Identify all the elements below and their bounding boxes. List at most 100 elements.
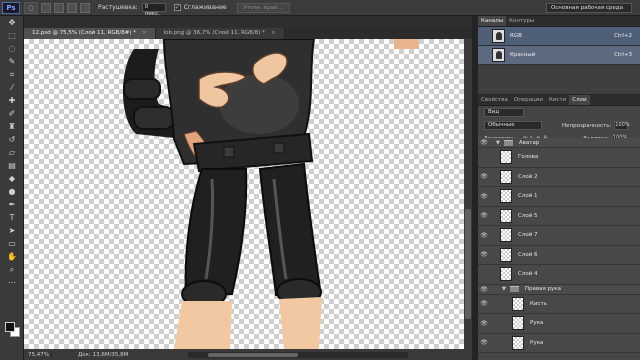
layer-row[interactable]: 👁 Слой 6 xyxy=(478,245,640,265)
eye-icon[interactable]: 👁 xyxy=(478,251,490,258)
layer-row[interactable]: 👁 Рука xyxy=(478,314,640,334)
healing-icon[interactable]: ✚ xyxy=(5,95,19,107)
layer-name: Слой 5 xyxy=(518,212,538,219)
layer-name: Слой 6 xyxy=(518,251,538,258)
more-tools-icon[interactable]: ⋯ xyxy=(5,277,19,289)
feather-input[interactable]: 0 пикс. xyxy=(141,3,166,17)
layer-name: Рука xyxy=(530,339,544,346)
hand-icon[interactable]: ✋ xyxy=(5,251,19,263)
channel-thumbnail xyxy=(492,48,505,62)
marquee-icon[interactable]: ⬚ xyxy=(5,30,19,42)
layer-row[interactable]: 👁 Рука xyxy=(478,333,640,353)
quick-select-icon[interactable]: ✎ xyxy=(5,56,19,68)
antialias-label: Сглаживание xyxy=(183,4,227,11)
zoom-level[interactable]: 75,47% xyxy=(24,351,52,358)
history-brush-icon[interactable]: ↺ xyxy=(5,134,19,146)
blur-icon[interactable]: ◆ xyxy=(5,173,19,185)
intersect-selection-icon[interactable] xyxy=(80,2,90,13)
opacity-input[interactable]: 100% xyxy=(614,121,630,130)
tab-channels[interactable]: Каналы xyxy=(478,16,507,26)
layers-list: 👁 ▼ Аватар Голова 👁 Слой 2 👁 Слой 1 👁 Слой … xyxy=(478,138,640,360)
eye-icon[interactable]: 👁 xyxy=(478,300,490,307)
eye-icon[interactable]: 👁 xyxy=(478,232,490,239)
stamp-icon[interactable]: ♜ xyxy=(5,121,19,133)
layer-row[interactable]: 👁 Кисть xyxy=(478,294,640,314)
photoshop-window: Ps ◌ Растушевка: 0 пикс. ✓ Сглаживание У… xyxy=(0,0,640,360)
layers-filter-row: Вид xyxy=(478,106,640,119)
layer-row[interactable]: 👁 Слой 1 xyxy=(478,187,640,207)
layers-tabs: Свойства Операции Кисти Слои xyxy=(478,95,640,106)
chevron-down-icon[interactable]: ▼ xyxy=(496,140,500,146)
horizontal-scrollbar[interactable] xyxy=(188,351,409,358)
layer-row[interactable]: 👁 Слой 5 xyxy=(478,206,640,226)
eye-icon[interactable]: 👁 xyxy=(478,320,490,327)
lasso-tool-preset[interactable]: ◌ xyxy=(24,1,38,14)
tab-paths[interactable]: Контуры xyxy=(506,16,537,26)
eraser-icon[interactable]: ▱ xyxy=(5,147,19,159)
tab-properties[interactable]: Свойства xyxy=(478,95,511,105)
channel-name: Красный xyxy=(510,52,536,58)
tab-brushes[interactable]: Кисти xyxy=(546,95,569,105)
scroll-thumb[interactable] xyxy=(208,352,299,357)
layer-thumbnail xyxy=(512,296,524,311)
pen-icon[interactable]: ✒ xyxy=(5,199,19,211)
tab-layers[interactable]: Слои xyxy=(569,95,590,105)
eye-icon[interactable]: 👁 xyxy=(478,339,490,346)
kind-filter-select[interactable]: Вид xyxy=(484,108,524,117)
channel-row-rgb[interactable]: RGB Ctrl+2 xyxy=(478,27,640,46)
add-selection-icon[interactable] xyxy=(54,2,64,13)
layer-row[interactable]: 👁 Слой 2 xyxy=(478,167,640,187)
tab-label: lob.png @ 36,7% (Слой 11, RGB/8) * xyxy=(163,30,265,36)
close-icon[interactable]: × xyxy=(271,30,276,36)
eye-icon[interactable]: 👁 xyxy=(478,193,490,200)
tools-panel: ✥ ⬚ ◌ ✎ ⌗ ⁄ ✚ ✐ ♜ ↺ ▱ ▤ ◆ ● ✒ T ➤ ▭ ✋ ⌕ … xyxy=(0,16,24,360)
folder-icon xyxy=(503,139,513,146)
eye-icon[interactable]: 👁 xyxy=(478,212,490,219)
layer-row[interactable]: 👁 Слой 7 xyxy=(478,226,640,246)
gradient-icon[interactable]: ▤ xyxy=(5,160,19,172)
layer-name: Слой 4 xyxy=(518,271,538,278)
blend-mode-select[interactable]: Обычные xyxy=(484,121,542,130)
subtract-selection-icon[interactable] xyxy=(67,2,77,13)
dodge-icon[interactable]: ● xyxy=(5,186,19,198)
feather-label: Растушевка: xyxy=(98,4,138,11)
workspace-select[interactable]: Основная рабочая среда xyxy=(546,3,632,13)
refine-edge-button[interactable]: Уточн. край... xyxy=(236,2,290,13)
channels-tabs: Каналы Контуры xyxy=(478,16,640,27)
layer-name: Слой 7 xyxy=(518,232,538,239)
layer-thumbnail xyxy=(500,228,512,243)
tab-document-12[interactable]: 12.psd @ 75,5% (Слой 11, RGB/8#) * × xyxy=(24,28,156,39)
zoom-icon[interactable]: ⌕ xyxy=(5,264,19,276)
channel-row-red[interactable]: Красный Ctrl+3 xyxy=(478,46,640,65)
path-select-icon[interactable]: ➤ xyxy=(5,225,19,237)
foreground-color-swatch[interactable] xyxy=(5,322,15,332)
scroll-thumb[interactable] xyxy=(465,209,471,319)
layer-row[interactable]: Голова xyxy=(478,148,640,168)
lasso-icon[interactable]: ◌ xyxy=(5,43,19,55)
layer-group-right-hand[interactable]: 👁 ▼ Правая рука xyxy=(478,284,640,295)
move-icon[interactable]: ✥ xyxy=(5,17,19,29)
type-icon[interactable]: T xyxy=(5,212,19,224)
crop-icon[interactable]: ⌗ xyxy=(5,69,19,81)
antialias-checkbox[interactable]: ✓ xyxy=(173,4,181,11)
tab-document-lob[interactable]: lob.png @ 36,7% (Слой 11, RGB/8) * × xyxy=(155,28,285,39)
tab-label: 12.psd @ 75,5% (Слой 11, RGB/8#) * xyxy=(32,30,136,36)
close-icon[interactable]: × xyxy=(142,30,147,36)
eye-icon[interactable]: 👁 xyxy=(478,139,490,146)
shape-icon[interactable]: ▭ xyxy=(5,238,19,250)
layer-thumbnail xyxy=(500,208,512,223)
vertical-scrollbar[interactable] xyxy=(464,39,472,349)
eye-icon[interactable]: 👁 xyxy=(478,173,490,180)
document-canvas[interactable] xyxy=(24,39,464,349)
eye-icon[interactable]: 👁 xyxy=(478,286,490,293)
layer-row[interactable]: Слой 4 xyxy=(478,265,640,285)
document-size: Док: 13,6M/35,8M xyxy=(78,351,129,358)
new-selection-icon[interactable] xyxy=(41,2,51,13)
tab-actions[interactable]: Операции xyxy=(511,95,546,105)
chevron-down-icon[interactable]: ▼ xyxy=(502,286,506,292)
brush-icon[interactable]: ✐ xyxy=(5,108,19,120)
layer-group-avatar[interactable]: 👁 ▼ Аватар xyxy=(478,138,640,148)
right-panels: Каналы Контуры RGB Ctrl+2 Красный Ctrl+3… xyxy=(478,16,640,360)
layer-name: Голова xyxy=(518,154,539,161)
eyedropper-icon[interactable]: ⁄ xyxy=(5,82,19,94)
